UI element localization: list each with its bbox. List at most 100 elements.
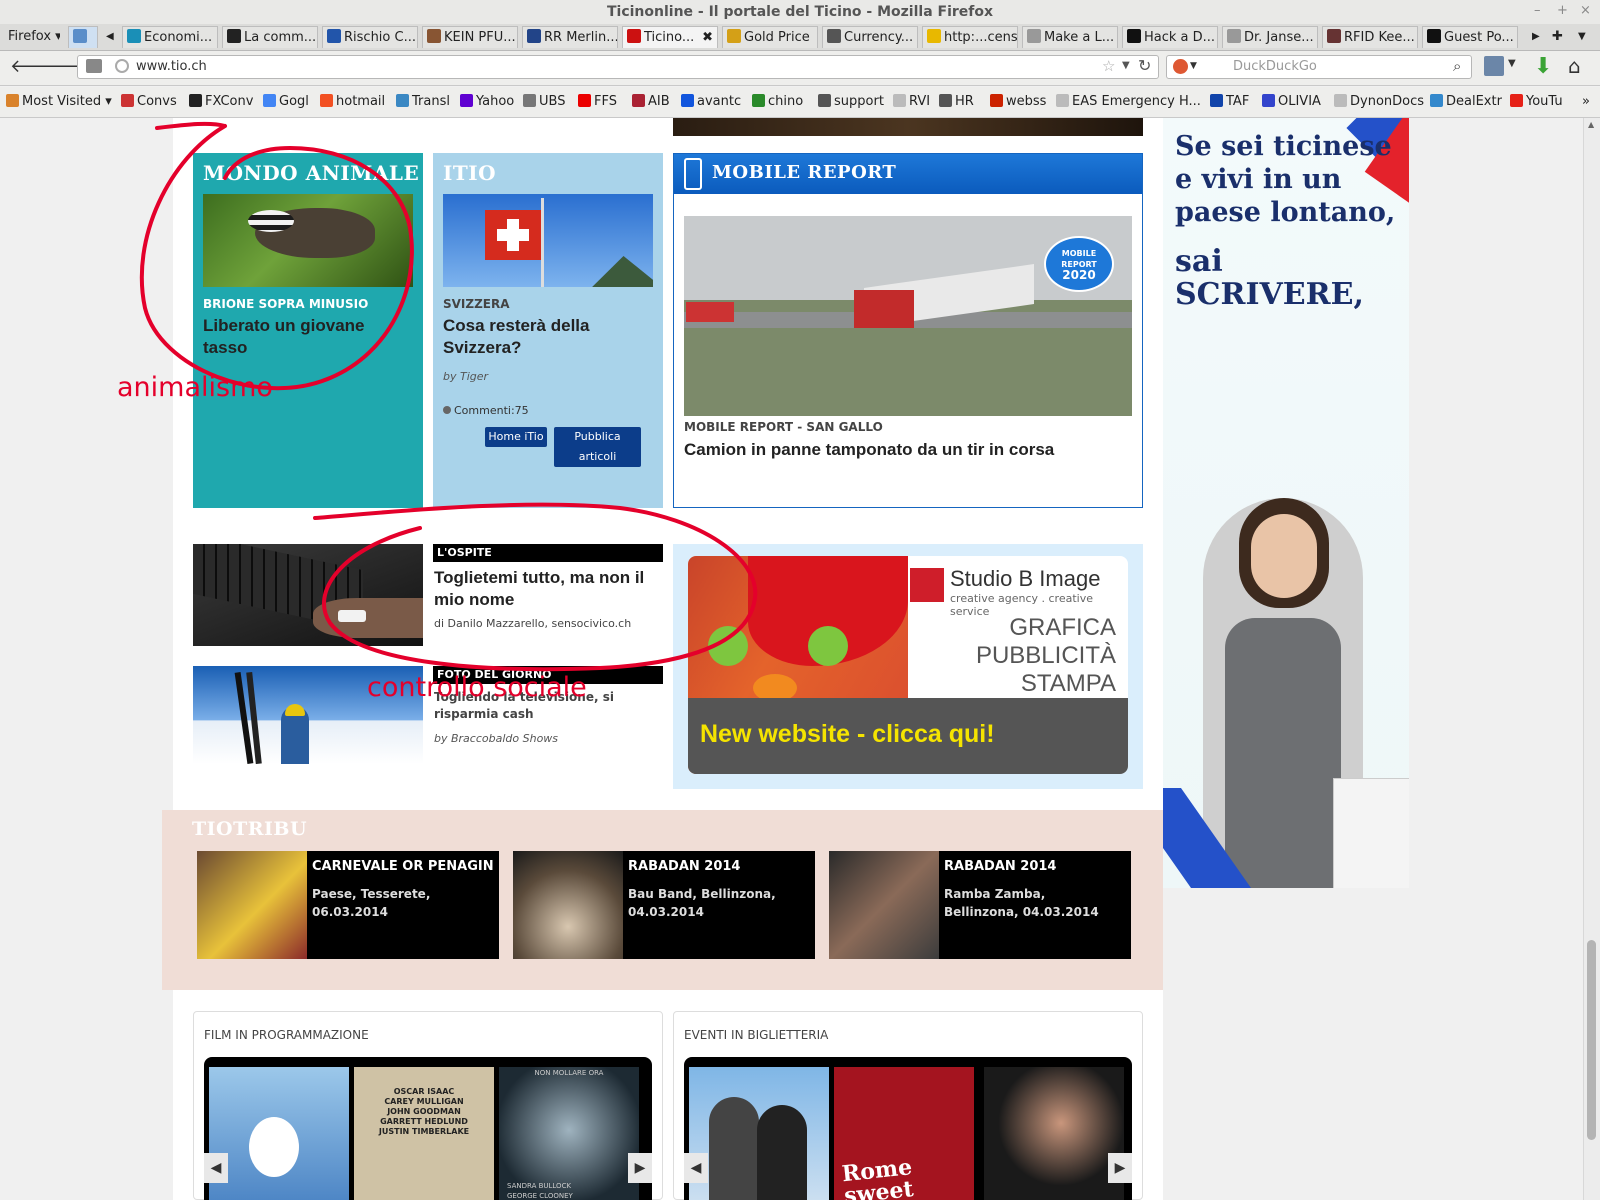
- bookmark-label: OLIVIA: [1278, 94, 1321, 109]
- bookmark-gogl[interactable]: Gogl: [263, 94, 309, 109]
- tab-dr-janse[interactable]: Dr. Janse...: [1222, 26, 1318, 48]
- tab-rfid-kee[interactable]: RFID Kee...: [1322, 26, 1418, 48]
- bookmark-most-visited[interactable]: Most Visited ▾: [6, 94, 112, 109]
- bookmark-label: Convs: [137, 94, 177, 109]
- bookmark-label: Transl: [412, 94, 450, 109]
- bookmark-label: FFS: [594, 94, 617, 109]
- url-text[interactable]: www.tio.ch: [136, 59, 207, 74]
- tab-scroll-left-button[interactable]: ◀: [102, 26, 118, 48]
- tab-favicon: [527, 29, 541, 43]
- bookmark-chino[interactable]: chino: [752, 94, 803, 109]
- scroll-up-arrow-icon[interactable]: ▲: [1588, 120, 1594, 129]
- firefox-menu-button[interactable]: Firefox ▾: [4, 26, 60, 48]
- tab-rr-merlin[interactable]: RR Merlin...: [522, 26, 618, 48]
- tab-label: Rischio C...: [344, 30, 416, 45]
- bookmark-fxconv[interactable]: FXConv: [189, 94, 253, 109]
- close-window-button[interactable]: ×: [1580, 3, 1591, 18]
- page-viewport: MONDO ANIMALE BRIONE SOPRA MINUSIO Liber…: [0, 118, 1583, 1200]
- bookmark-olivia[interactable]: OLIVIA: [1262, 94, 1321, 109]
- bookmark-taf[interactable]: TAF: [1210, 94, 1249, 109]
- tab-favicon: [1227, 29, 1241, 43]
- tab-rischio[interactable]: Rischio C...: [322, 26, 418, 48]
- scrollbar-thumb[interactable]: [1587, 940, 1596, 1140]
- annotation-animalismo: animalismo: [117, 372, 273, 403]
- bookmark-icon: [939, 94, 952, 107]
- bookmark-icon: [578, 94, 591, 107]
- bookmark-icon: [1334, 94, 1347, 107]
- bookmark-transl[interactable]: Transl: [396, 94, 450, 109]
- bookmark-icon: [523, 94, 536, 107]
- bookmark-label: UBS: [539, 94, 566, 109]
- bookmark-label: support: [834, 94, 884, 109]
- bookmark-yahoo[interactable]: Yahoo: [460, 94, 514, 109]
- maximize-button[interactable]: +: [1557, 3, 1568, 18]
- tab-favicon: [1327, 29, 1341, 43]
- tab-ticino-active[interactable]: Ticino... ✖: [622, 26, 718, 48]
- bookmark-avantc[interactable]: avantc: [681, 94, 741, 109]
- bookmark-hr[interactable]: HR: [939, 94, 974, 109]
- red-annotations: [139, 121, 758, 672]
- bookmark-convs[interactable]: Convs: [121, 94, 177, 109]
- bookmarks-menu-dropdown-icon[interactable]: ▼: [1508, 58, 1516, 69]
- search-engine-dropdown-icon[interactable]: ▼: [1190, 61, 1197, 71]
- bookmark-eas[interactable]: EAS Emergency H...: [1056, 94, 1201, 109]
- search-bar[interactable]: ▼ DuckDuckGo ⌕: [1166, 55, 1472, 79]
- tab-la-comm[interactable]: La comm...: [222, 26, 318, 48]
- tab-kein-pfu[interactable]: KEIN PFU...: [422, 26, 518, 48]
- tab-label: Economi...: [144, 30, 213, 45]
- bookmark-youtu[interactable]: YouTu: [1510, 94, 1563, 109]
- url-history-dropdown-icon[interactable]: ▼: [1122, 60, 1130, 71]
- tab-scroll-right-button[interactable]: ▶: [1528, 26, 1544, 48]
- bookmark-label: DealExtr: [1446, 94, 1502, 109]
- bookmark-support[interactable]: support: [818, 94, 884, 109]
- bookmark-ffs[interactable]: FFS: [578, 94, 617, 109]
- tab-favicon: [227, 29, 241, 43]
- bookmarks-icon[interactable]: [1484, 56, 1504, 76]
- tab-economi[interactable]: Economi...: [122, 26, 218, 48]
- duckduckgo-icon[interactable]: [1173, 59, 1188, 74]
- tab-label: Gold Price: [744, 30, 810, 45]
- list-all-tabs-button[interactable]: ▼: [1574, 26, 1594, 48]
- url-bar[interactable]: www.tio.ch ☆ ▼ ↻: [77, 55, 1159, 79]
- tab-favicon: [627, 29, 641, 43]
- bookmark-ubs[interactable]: UBS: [523, 94, 565, 109]
- search-icon[interactable]: ⌕: [1453, 57, 1461, 75]
- bookmark-webss[interactable]: webss: [990, 94, 1046, 109]
- home-icon[interactable]: ⌂: [1568, 54, 1581, 78]
- bookmark-label: hotmail: [336, 94, 386, 109]
- new-tab-button[interactable]: ✚: [1548, 26, 1570, 48]
- tab-make-a-l[interactable]: Make a L...: [1022, 26, 1118, 48]
- bookmark-dealextr[interactable]: DealExtr: [1430, 94, 1502, 109]
- bookmark-rvi[interactable]: RVI: [893, 94, 930, 109]
- bookmarks-overflow-icon[interactable]: »: [1582, 94, 1590, 109]
- bookmark-icon: [263, 94, 276, 107]
- bookmark-label: EAS Emergency H...: [1072, 94, 1201, 109]
- bookmark-icon: [681, 94, 694, 107]
- tab-favicon: [727, 29, 741, 43]
- bookmark-icon: [818, 94, 831, 107]
- close-tab-icon[interactable]: ✖: [702, 27, 713, 48]
- reload-icon[interactable]: ↻: [1138, 56, 1151, 75]
- bookmark-label: FXConv: [205, 94, 254, 109]
- tab-groups-button[interactable]: [68, 26, 98, 48]
- bookmark-aib[interactable]: AIB: [632, 94, 670, 109]
- bookmark-icon: [1510, 94, 1523, 107]
- star-bookmark-icon[interactable]: ☆: [1102, 57, 1115, 75]
- bookmark-icon: [752, 94, 765, 107]
- tab-guest-po[interactable]: Guest Po...: [1422, 26, 1518, 48]
- bookmark-hotmail[interactable]: hotmail: [320, 94, 385, 109]
- tab-hack-a-d[interactable]: Hack a D...: [1122, 26, 1218, 48]
- tab-list-icon[interactable]: [86, 59, 102, 73]
- tab-currency[interactable]: Currency...: [822, 26, 918, 48]
- tab-label: Guest Po...: [1444, 30, 1514, 45]
- bookmark-icon: [1262, 94, 1275, 107]
- bookmark-dynondocs[interactable]: DynonDocs: [1334, 94, 1424, 109]
- tab-http-cens[interactable]: http:...cens: [922, 26, 1018, 48]
- tab-gold-price[interactable]: Gold Price: [722, 26, 818, 48]
- minimize-button[interactable]: –: [1534, 3, 1541, 18]
- tab-favicon: [927, 29, 941, 43]
- download-arrow-icon[interactable]: ⬇: [1534, 54, 1552, 79]
- bookmark-icon: [460, 94, 473, 107]
- circle-annotation-1: [139, 121, 414, 391]
- bookmark-label: chino: [768, 94, 804, 109]
